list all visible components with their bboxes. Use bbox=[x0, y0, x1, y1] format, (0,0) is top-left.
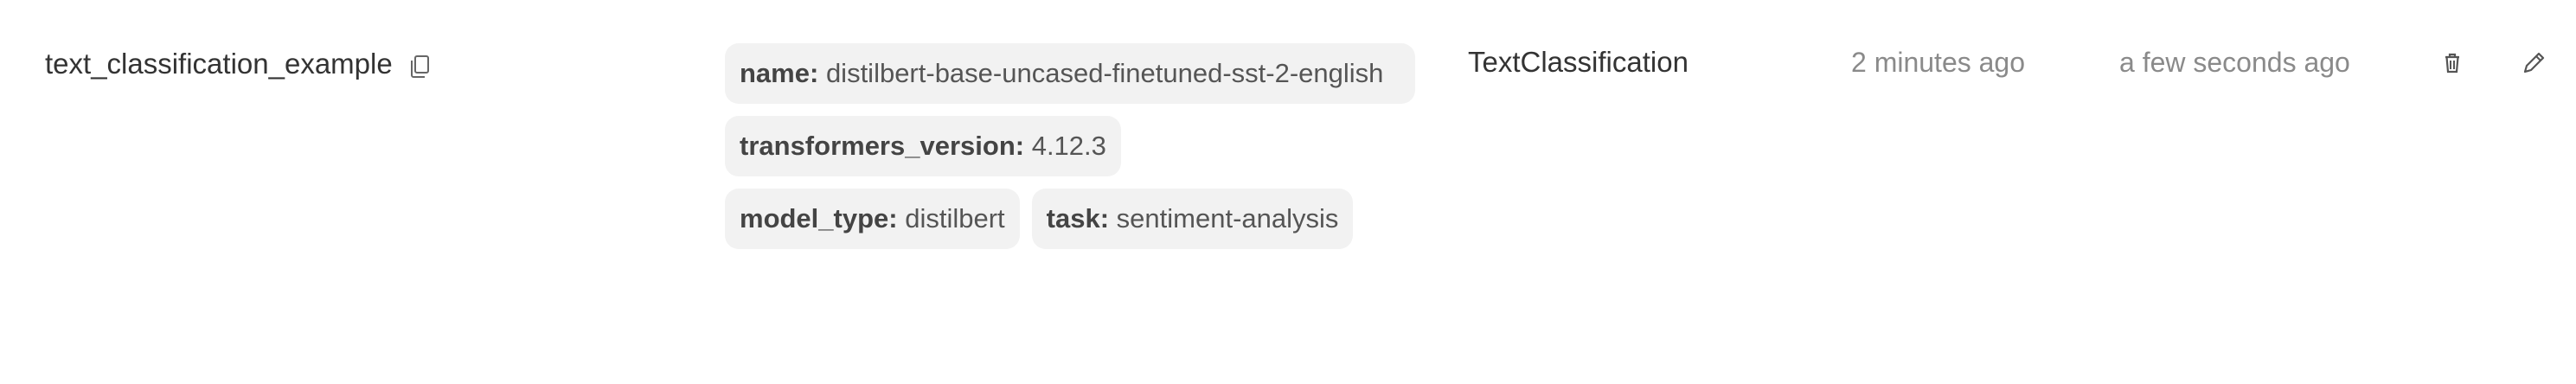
tag-transformers-version: transformers_version: 4.12.3 bbox=[725, 116, 1121, 176]
tag-value: distilbert-base-uncased-finetuned-sst-2-… bbox=[825, 58, 1384, 88]
tag-model-type: model_type: distilbert bbox=[725, 189, 1020, 249]
created-time: 2 minutes ago bbox=[1851, 47, 2026, 78]
edit-button[interactable] bbox=[2519, 48, 2548, 78]
model-flavor: TextClassification bbox=[1468, 46, 1688, 78]
model-name[interactable]: text_classification_example bbox=[45, 45, 393, 83]
tag-name: name: distilbert-base-uncased-finetuned-… bbox=[725, 43, 1415, 104]
tag-key: transformers_version: bbox=[740, 131, 1025, 161]
copy-icon[interactable] bbox=[408, 54, 431, 80]
tag-key: model_type: bbox=[740, 203, 898, 234]
tag-row: name: distilbert-base-uncased-finetuned-… bbox=[725, 43, 1417, 104]
model-tags: name: distilbert-base-uncased-finetuned-… bbox=[725, 43, 1417, 261]
tag-value: 4.12.3 bbox=[1031, 131, 1106, 161]
delete-button[interactable] bbox=[2438, 48, 2467, 78]
tag-row: model_type: distilbert task: sentiment-a… bbox=[725, 189, 1417, 249]
tag-value: sentiment-analysis bbox=[1116, 203, 1339, 234]
model-name-cell: text_classification_example bbox=[45, 45, 431, 83]
model-row: text_classification_example name: distil… bbox=[0, 0, 2576, 384]
tag-task: task: sentiment-analysis bbox=[1031, 189, 1354, 249]
tag-key: task: bbox=[1046, 203, 1110, 234]
pencil-icon bbox=[2523, 52, 2545, 74]
tag-value: distilbert bbox=[905, 203, 1005, 234]
trash-icon bbox=[2445, 53, 2459, 74]
updated-time: a few seconds ago bbox=[2119, 47, 2350, 78]
tag-row: transformers_version: 4.12.3 bbox=[725, 116, 1417, 176]
tag-key: name: bbox=[740, 58, 819, 88]
